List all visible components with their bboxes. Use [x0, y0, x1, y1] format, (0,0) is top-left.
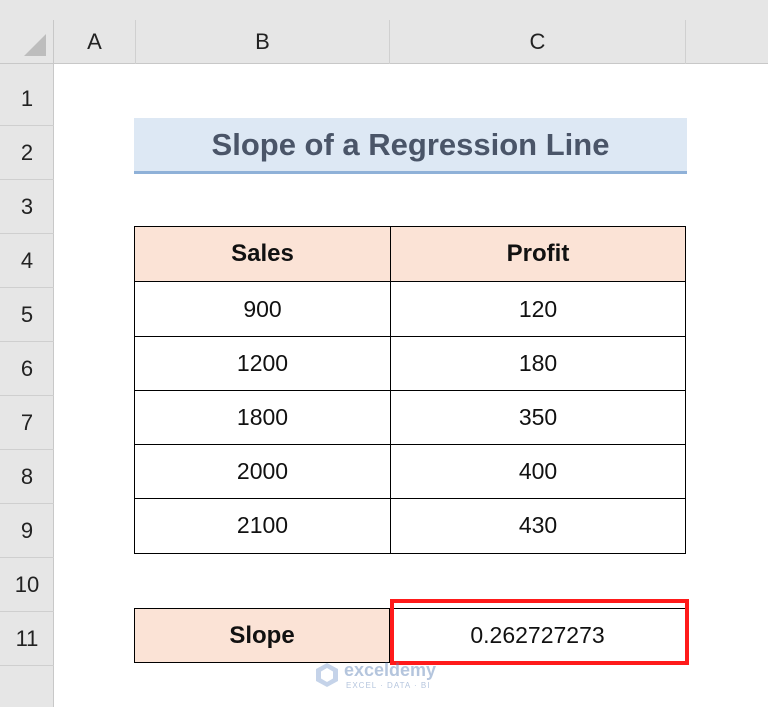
select-all-triangle-icon — [24, 34, 46, 56]
row-header-8[interactable]: 8 — [0, 450, 54, 504]
cell-sales[interactable]: 1800 — [135, 390, 390, 444]
sheet-title[interactable]: Slope of a Regression Line — [134, 118, 687, 174]
table-divider — [134, 444, 686, 445]
row-header-9[interactable]: 9 — [0, 504, 54, 558]
row-header-5[interactable]: 5 — [0, 288, 54, 342]
row-header-11[interactable]: 11 — [0, 612, 54, 666]
cell-profit[interactable]: 180 — [391, 336, 685, 390]
slope-highlight-box — [390, 599, 689, 665]
row-header-4[interactable]: 4 — [0, 234, 54, 288]
cell-profit[interactable]: 350 — [391, 390, 685, 444]
exceldemy-logo-icon — [316, 663, 338, 687]
cell-sales[interactable]: 1200 — [135, 336, 390, 390]
cell-sales[interactable]: 2100 — [135, 498, 390, 552]
watermark-tagline: EXCEL · DATA · BI — [346, 681, 431, 690]
column-header-c[interactable]: C — [390, 20, 686, 64]
cell-profit[interactable]: 430 — [391, 498, 685, 552]
cell-profit[interactable]: 400 — [391, 444, 685, 498]
table-divider — [134, 336, 686, 337]
row-header-2[interactable]: 2 — [0, 126, 54, 180]
row-header-7[interactable]: 7 — [0, 396, 54, 450]
row-header-10[interactable]: 10 — [0, 558, 54, 612]
header-profit[interactable]: Profit — [391, 227, 685, 281]
cell-profit[interactable]: 120 — [391, 282, 685, 336]
header-sales[interactable]: Sales — [135, 227, 390, 281]
column-header-b[interactable]: B — [136, 20, 390, 64]
slope-label[interactable]: Slope — [134, 608, 390, 663]
table-divider — [134, 390, 686, 391]
cell-sales[interactable]: 900 — [135, 282, 390, 336]
watermark-brand: exceldemy — [344, 660, 437, 680]
table-divider — [134, 281, 686, 282]
cell-sales[interactable]: 2000 — [135, 444, 390, 498]
column-header-a[interactable]: A — [54, 20, 136, 64]
watermark: exceldemy EXCEL · DATA · BI — [314, 660, 464, 690]
row-header-1[interactable]: 1 — [0, 72, 54, 126]
row-header-3[interactable]: 3 — [0, 180, 54, 234]
table-divider — [134, 498, 686, 499]
row-header-6[interactable]: 6 — [0, 342, 54, 396]
